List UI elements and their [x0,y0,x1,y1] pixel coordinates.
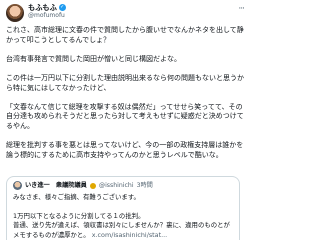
author-name-text: もふもふ [28,3,57,12]
quoted-post-text: みなさま、様々ご指摘、有難うございます。 1万円以下となるように分割してる１の批… [13,193,233,240]
quoted-post-time: 3時間 [136,182,153,189]
quoted-line-1: みなさま、様々ご指摘、有難うございます。 [13,193,140,201]
quoted-post-header: いき進一 衆議院議員 @isshinichi 3時間 [13,181,233,190]
quoted-post[interactable]: いき進一 衆議院議員 @isshinichi 3時間 みなさま、様々ご指摘、有難… [6,176,240,240]
quoted-link[interactable]: x.com/isashinichi/stat... [92,231,167,239]
quoted-author-handle: @isshinichi [98,182,134,189]
verified-badge-icon: ✓ [58,4,66,11]
post-paragraph-4: 「文春なんて信じて総理を攻撃する奴は偶然だ」ってせせら笑ってて、その自分達も攻め… [6,102,244,130]
author-display-name[interactable]: もふもふ ✓ [28,3,66,12]
post-paragraph-2: 台湾有事発言で質問した岡田が憎いと同じ構図だよな。 [6,54,181,63]
post-header: もふもふ ✓ @mofumofu ··· [6,3,245,23]
author-handle[interactable]: @mofumofu [28,12,66,20]
post-paragraph-3: この件は一万円以下に分割した理由説明出来るなら何の問題もないと思うから特に気には… [6,73,244,92]
quoted-avatar [13,181,22,190]
post-text: これさ、高市総理に文春の件で質問したから腹いせでなんかネタを出して静かって叩こう… [6,26,246,160]
quoted-verified-badge-icon [89,182,96,189]
avatar[interactable] [6,4,24,22]
more-options-icon[interactable]: ··· [238,4,245,14]
post-paragraph-5: 総理を批判する事を悪とは思ってないけど、今の一部の政権支持層は誰かを論う標的にす… [6,141,244,159]
post-paragraph-1: これさ、高市総理に文春の件で質問したから腹いせでなんかネタを出して静かって叩こう… [6,26,244,44]
author-names: もふもふ ✓ @mofumofu [28,3,66,20]
quoted-line-2: 1万円以下となるように分割してる１の批判。 [13,211,145,220]
post: もふもふ ✓ @mofumofu ··· これさ、高市総理に文春の件で質問したか… [0,0,250,240]
quoted-author-name: いき進一 衆議院議員 [25,182,87,189]
